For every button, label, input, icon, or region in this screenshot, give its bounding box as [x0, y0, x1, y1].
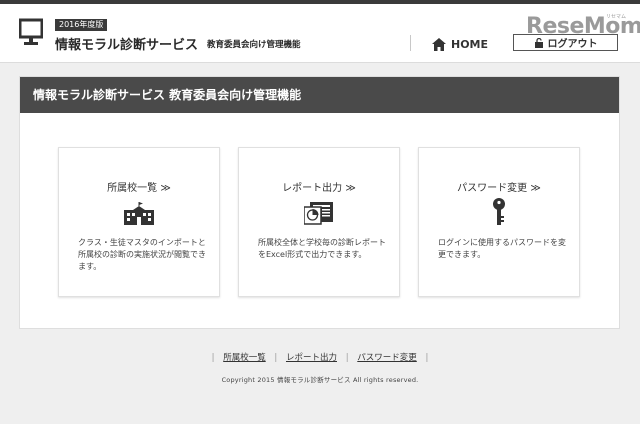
card-description: クラス・生徒マスタのインポートと所属校の診断の実施状況が閲覧できます。 [78, 238, 206, 271]
panel-title: 情報モラル診断サービス 教育委員会向け管理機能 [20, 77, 619, 113]
logout-button[interactable]: ログアウト [513, 34, 618, 51]
year-badge: 2016年度版 [55, 19, 108, 31]
school-building-icon [124, 202, 154, 225]
card-title: パスワード変更 ≫ [457, 183, 541, 194]
service-subtitle: 教育委員会向け管理機能 [207, 40, 301, 50]
footer-separator: | [211, 353, 215, 363]
footer-link-report-output[interactable]: レポート出力 [286, 353, 337, 363]
key-icon [493, 198, 505, 225]
copyright: Copyright 2015 情報モラル診断サービス All rights re… [221, 376, 419, 384]
header-divider [410, 35, 411, 51]
lock-icon [534, 37, 543, 48]
logout-label: ログアウト [547, 39, 598, 50]
site-header: 2016年度版 情報モラル診断サービス 教育委員会向け管理機能 リセマム Res… [0, 4, 640, 63]
report-document-icon [304, 202, 333, 225]
card-description: ログインに使用するパスワードを変更できます。 [438, 238, 566, 259]
home-label: HOME [451, 37, 489, 51]
footer-separator: | [345, 353, 349, 363]
password-change-card[interactable]: パスワード変更 ≫ ログインに使用するパスワードを変更できます。 [418, 147, 580, 297]
home-link[interactable]: HOME [432, 36, 488, 52]
footer-nav: | 所属校一覧 | レポート出力 | パスワード変更 | [0, 351, 640, 363]
service-title: 情報モラル診断サービス [55, 38, 199, 53]
school-list-card[interactable]: 所属校一覧 ≫ クラス・生徒マスタのインポートと所属校の診断の実施状況が閲覧でき… [58, 147, 220, 297]
main-panel: 情報モラル診断サービス 教育委員会向け管理機能 所属校一覧 ≫ クラス・生徒マス… [19, 76, 620, 329]
footer-separator: | [274, 353, 278, 363]
footer-link-school-list[interactable]: 所属校一覧 [223, 353, 266, 363]
footer-separator: | [425, 353, 429, 363]
footer-link-password-change[interactable]: パスワード変更 [357, 353, 417, 363]
report-output-card[interactable]: レポート出力 ≫ 所属校全体と学校毎の診断レポートをExcel形式で出力できます… [238, 147, 400, 297]
home-icon [432, 37, 446, 51]
card-description: 所属校全体と学校毎の診断レポートをExcel形式で出力できます。 [258, 238, 386, 259]
card-title: レポート出力 ≫ [282, 183, 356, 194]
card-title: 所属校一覧 ≫ [107, 183, 171, 194]
monitor-icon [19, 18, 43, 45]
